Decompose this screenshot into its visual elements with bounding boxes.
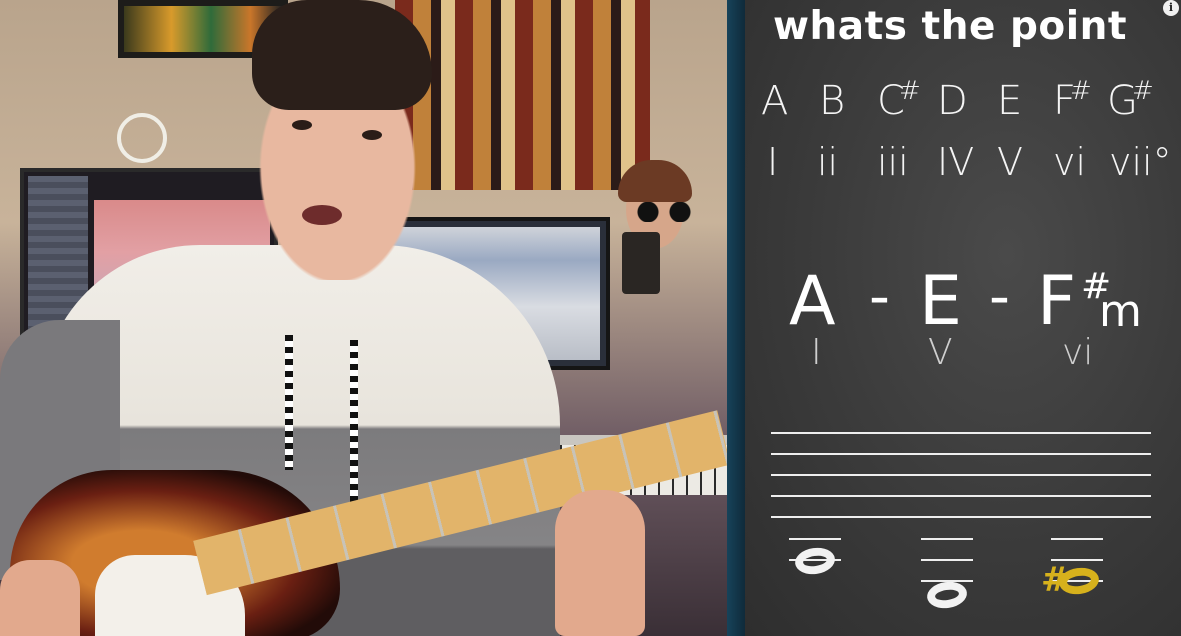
studio-speaker xyxy=(622,232,660,294)
staff-line xyxy=(771,432,1151,434)
scale-note: F# xyxy=(1053,76,1092,124)
scale-note: B xyxy=(819,78,846,124)
progression-numeral: vi xyxy=(1062,332,1094,373)
roman-numeral: ii xyxy=(817,140,839,184)
progression-separator: - xyxy=(989,262,1010,330)
scale-note: D xyxy=(937,78,968,124)
scale-note: A xyxy=(761,78,789,124)
roman-numeral: iii xyxy=(877,140,909,184)
strumming-hand xyxy=(0,560,80,636)
roman-numeral: IV xyxy=(937,140,975,184)
scale-note: G# xyxy=(1107,76,1154,124)
hoodie-drawstring-left xyxy=(285,335,293,470)
music-staff: # xyxy=(771,432,1151,611)
progression-chord: A xyxy=(789,262,836,341)
progression-chord: F xyxy=(1037,262,1077,341)
presenter-mouth xyxy=(302,205,342,225)
ring-light xyxy=(117,113,167,163)
ledger-line xyxy=(789,538,841,540)
roman-numerals-row: I ii iii IV V vi vii° xyxy=(757,140,1177,190)
ledger-line xyxy=(1051,538,1103,540)
progression-numeral: V xyxy=(928,332,953,373)
mannequin-hair xyxy=(618,160,692,202)
staff-line xyxy=(771,453,1151,455)
roman-numeral: I xyxy=(767,140,779,184)
progression-separator: - xyxy=(869,262,890,330)
staff-line xyxy=(771,516,1151,518)
scale-note: E xyxy=(997,78,1023,124)
progression-chord: E xyxy=(919,262,962,341)
theory-board: whats the point i A B C# D E F# G# I ii … xyxy=(745,0,1181,636)
progression-chord-quality: m xyxy=(1099,286,1142,337)
presenter-eye-right xyxy=(362,130,382,140)
board-title: whats the point xyxy=(773,4,1127,49)
scale-notes-row: A B C# D E F# G# xyxy=(757,76,1177,128)
ledger-line xyxy=(921,538,973,540)
scale-note: C# xyxy=(877,76,921,124)
progression-numeral: I xyxy=(811,332,822,373)
info-icon[interactable]: i xyxy=(1163,0,1179,16)
whole-note xyxy=(793,545,837,577)
video-frame xyxy=(0,0,740,636)
ledger-line xyxy=(921,559,973,561)
roman-numeral: vii° xyxy=(1109,140,1172,184)
sunglasses xyxy=(632,202,696,222)
staff-line xyxy=(771,495,1151,497)
staff-line xyxy=(771,474,1151,476)
progression-numerals: I V vi xyxy=(745,332,1181,376)
presenter-hair xyxy=(252,0,432,110)
roman-numeral: V xyxy=(997,140,1023,184)
whole-note xyxy=(925,579,969,611)
panel-divider xyxy=(727,0,745,636)
fretting-hand xyxy=(555,490,645,636)
chord-progression: A - E - F # m xyxy=(745,262,1181,342)
roman-numeral: vi xyxy=(1053,140,1087,184)
presenter-eye-left xyxy=(292,120,312,130)
